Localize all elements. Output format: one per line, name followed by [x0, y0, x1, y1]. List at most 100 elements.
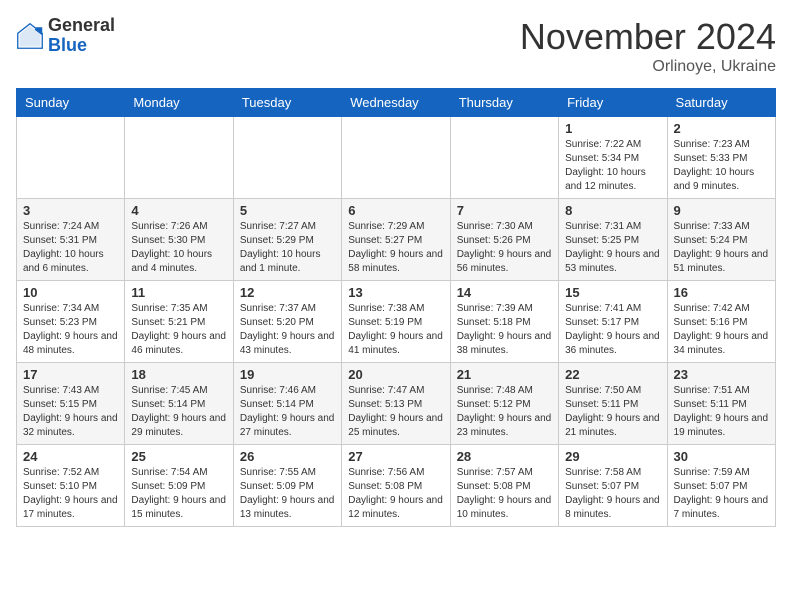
calendar-cell: 9 Sunrise: 7:33 AMSunset: 5:24 PMDaylight… [667, 199, 775, 281]
day-number: 27 [348, 449, 443, 464]
day-info: Sunrise: 7:30 AMSunset: 5:26 PMDaylight:… [457, 220, 552, 276]
day-number: 28 [457, 449, 552, 464]
day-info: Sunrise: 7:41 AMSunset: 5:17 PMDaylight:… [565, 302, 660, 358]
weekday-header-tuesday: Tuesday [233, 89, 341, 117]
calendar-cell [233, 117, 341, 199]
calendar-week-row: 1 Sunrise: 7:22 AMSunset: 5:34 PMDaylight… [17, 117, 776, 199]
calendar-cell: 23Sunrise: 7:51 AMSunset: 5:11 PMDayligh… [667, 363, 775, 445]
calendar-cell: 22Sunrise: 7:50 AMSunset: 5:11 PMDayligh… [559, 363, 667, 445]
calendar-cell: 21 Sunrise: 7:48 AMSunset: 5:12 PMDayligh… [450, 363, 558, 445]
day-info: Sunrise: 7:48 AMSunset: 5:12 PMDaylight:… [457, 384, 552, 440]
day-info: Sunrise: 7:37 AMSunset: 5:20 PMDaylight:… [240, 302, 335, 358]
calendar-cell: 26 Sunrise: 7:55 AMSunset: 5:09 PMDayligh… [233, 445, 341, 527]
calendar-cell: 13 Sunrise: 7:38 AMSunset: 5:19 PMDayligh… [342, 281, 450, 363]
day-info: Sunrise: 7:35 AMSunset: 5:21 PMDaylight:… [131, 302, 226, 358]
calendar-cell: 24 Sunrise: 7:52 AMSunset: 5:10 PMDayligh… [17, 445, 125, 527]
day-number: 14 [457, 285, 552, 300]
calendar-cell: 6 Sunrise: 7:29 AMSunset: 5:27 PMDaylight… [342, 199, 450, 281]
day-info: Sunrise: 7:56 AMSunset: 5:08 PMDaylight:… [348, 466, 443, 522]
day-info: Sunrise: 7:45 AMSunset: 5:14 PMDaylight:… [131, 384, 226, 440]
day-number: 18 [131, 367, 226, 382]
day-info: Sunrise: 7:33 AMSunset: 5:24 PMDaylight:… [674, 220, 769, 276]
day-number: 19 [240, 367, 335, 382]
weekday-header-monday: Monday [125, 89, 233, 117]
day-number: 26 [240, 449, 335, 464]
calendar-cell: 14Sunrise: 7:39 AMSunset: 5:18 PMDayligh… [450, 281, 558, 363]
day-info: Sunrise: 7:51 AMSunset: 5:11 PMDaylight:… [674, 384, 769, 440]
calendar-cell: 2 Sunrise: 7:23 AMSunset: 5:33 PMDaylight… [667, 117, 775, 199]
weekday-header-row: SundayMondayTuesdayWednesdayThursdayFrid… [17, 89, 776, 117]
day-info: Sunrise: 7:31 AMSunset: 5:25 PMDaylight:… [565, 220, 660, 276]
calendar-cell: 25 Sunrise: 7:54 AMSunset: 5:09 PMDayligh… [125, 445, 233, 527]
logo-text: General Blue [48, 16, 115, 56]
day-number: 3 [23, 203, 118, 218]
day-info: Sunrise: 7:55 AMSunset: 5:09 PMDaylight:… [240, 466, 335, 522]
logo: General Blue [16, 16, 115, 56]
calendar-table: SundayMondayTuesdayWednesdayThursdayFrid… [16, 88, 776, 527]
logo-general: General [48, 16, 115, 36]
calendar-cell: 1 Sunrise: 7:22 AMSunset: 5:34 PMDaylight… [559, 117, 667, 199]
calendar-cell [125, 117, 233, 199]
day-number: 29 [565, 449, 660, 464]
day-info: Sunrise: 7:34 AMSunset: 5:23 PMDaylight:… [23, 302, 118, 358]
calendar-cell: 12 Sunrise: 7:37 AMSunset: 5:20 PMDayligh… [233, 281, 341, 363]
weekday-header-thursday: Thursday [450, 89, 558, 117]
day-info: Sunrise: 7:58 AMSunset: 5:07 PMDaylight:… [565, 466, 660, 522]
logo-blue: Blue [48, 36, 115, 56]
day-info: Sunrise: 7:24 AMSunset: 5:31 PMDaylight:… [23, 220, 118, 276]
day-number: 15 [565, 285, 660, 300]
calendar-week-row: 24 Sunrise: 7:52 AMSunset: 5:10 PMDayligh… [17, 445, 776, 527]
calendar-cell: 8 Sunrise: 7:31 AMSunset: 5:25 PMDaylight… [559, 199, 667, 281]
day-info: Sunrise: 7:42 AMSunset: 5:16 PMDaylight:… [674, 302, 769, 358]
day-info: Sunrise: 7:29 AMSunset: 5:27 PMDaylight:… [348, 220, 443, 276]
calendar-cell: 30Sunrise: 7:59 AMSunset: 5:07 PMDayligh… [667, 445, 775, 527]
calendar-cell: 11 Sunrise: 7:35 AMSunset: 5:21 PMDayligh… [125, 281, 233, 363]
calendar-week-row: 17Sunrise: 7:43 AMSunset: 5:15 PMDayligh… [17, 363, 776, 445]
calendar-cell: 18 Sunrise: 7:45 AMSunset: 5:14 PMDayligh… [125, 363, 233, 445]
day-number: 24 [23, 449, 118, 464]
page-header: General Blue November 2024 Orlinoye, Ukr… [16, 16, 776, 76]
day-number: 12 [240, 285, 335, 300]
weekday-header-wednesday: Wednesday [342, 89, 450, 117]
day-info: Sunrise: 7:38 AMSunset: 5:19 PMDaylight:… [348, 302, 443, 358]
day-info: Sunrise: 7:47 AMSunset: 5:13 PMDaylight:… [348, 384, 443, 440]
month-title: November 2024 [520, 16, 776, 58]
day-number: 6 [348, 203, 443, 218]
day-info: Sunrise: 7:46 AMSunset: 5:14 PMDaylight:… [240, 384, 335, 440]
day-number: 1 [565, 121, 660, 136]
day-number: 10 [23, 285, 118, 300]
day-number: 30 [674, 449, 769, 464]
calendar-cell: 20Sunrise: 7:47 AMSunset: 5:13 PMDayligh… [342, 363, 450, 445]
day-info: Sunrise: 7:26 AMSunset: 5:30 PMDaylight:… [131, 220, 226, 276]
calendar-cell: 7 Sunrise: 7:30 AMSunset: 5:26 PMDaylight… [450, 199, 558, 281]
calendar-cell: 29 Sunrise: 7:58 AMSunset: 5:07 PMDayligh… [559, 445, 667, 527]
calendar-cell [17, 117, 125, 199]
calendar-week-row: 3 Sunrise: 7:24 AMSunset: 5:31 PMDaylight… [17, 199, 776, 281]
weekday-header-friday: Friday [559, 89, 667, 117]
day-number: 13 [348, 285, 443, 300]
day-number: 25 [131, 449, 226, 464]
day-number: 8 [565, 203, 660, 218]
day-number: 21 [457, 367, 552, 382]
day-number: 17 [23, 367, 118, 382]
day-number: 4 [131, 203, 226, 218]
day-info: Sunrise: 7:54 AMSunset: 5:09 PMDaylight:… [131, 466, 226, 522]
title-block: November 2024 Orlinoye, Ukraine [520, 16, 776, 76]
day-number: 2 [674, 121, 769, 136]
day-number: 16 [674, 285, 769, 300]
calendar-cell: 3 Sunrise: 7:24 AMSunset: 5:31 PMDaylight… [17, 199, 125, 281]
day-info: Sunrise: 7:57 AMSunset: 5:08 PMDaylight:… [457, 466, 552, 522]
day-info: Sunrise: 7:22 AMSunset: 5:34 PMDaylight:… [565, 138, 660, 194]
day-number: 9 [674, 203, 769, 218]
location: Orlinoye, Ukraine [520, 58, 776, 76]
day-info: Sunrise: 7:52 AMSunset: 5:10 PMDaylight:… [23, 466, 118, 522]
logo-icon [16, 22, 44, 50]
day-info: Sunrise: 7:23 AMSunset: 5:33 PMDaylight:… [674, 138, 769, 194]
weekday-header-sunday: Sunday [17, 89, 125, 117]
day-number: 7 [457, 203, 552, 218]
day-number: 5 [240, 203, 335, 218]
calendar-cell: 4 Sunrise: 7:26 AMSunset: 5:30 PMDaylight… [125, 199, 233, 281]
calendar-cell [450, 117, 558, 199]
day-info: Sunrise: 7:50 AMSunset: 5:11 PMDaylight:… [565, 384, 660, 440]
day-number: 11 [131, 285, 226, 300]
